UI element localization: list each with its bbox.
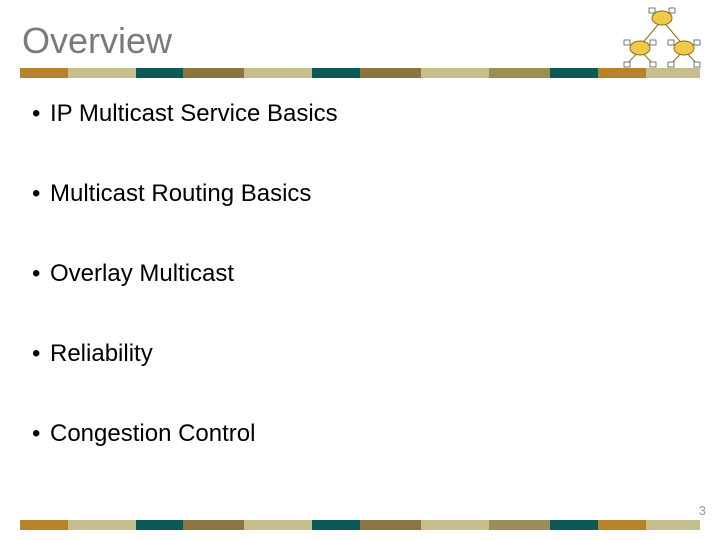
- bar-segment: [646, 520, 700, 530]
- bar-segment: [312, 68, 360, 78]
- bullet-dot-icon: •: [32, 180, 50, 208]
- bar-segment: [183, 68, 244, 78]
- bar-segment: [136, 68, 184, 78]
- slide: Overview: [0, 0, 720, 540]
- bullet-dot-icon: •: [32, 260, 50, 288]
- bullet-text: Multicast Routing Basics: [50, 180, 311, 208]
- bar-segment: [20, 520, 68, 530]
- bar-segment: [360, 68, 421, 78]
- bar-segment: [68, 520, 136, 530]
- bar-segment: [550, 520, 598, 530]
- bar-segment: [646, 68, 700, 78]
- bar-segment: [244, 520, 312, 530]
- bar-segment: [312, 520, 360, 530]
- bar-segment: [421, 68, 489, 78]
- bullet-dot-icon: •: [32, 340, 50, 368]
- bar-segment: [489, 68, 550, 78]
- bullet-text: Congestion Control: [50, 420, 255, 448]
- list-item: •Overlay Multicast: [32, 260, 688, 288]
- list-item: •Reliability: [32, 340, 688, 368]
- bar-segment: [68, 68, 136, 78]
- network-tree-icon: [622, 6, 702, 70]
- bar-segment: [598, 520, 646, 530]
- bullet-dot-icon: •: [32, 100, 50, 128]
- bar-segment: [136, 520, 184, 530]
- accent-bar-top: [20, 68, 700, 78]
- bar-segment: [244, 68, 312, 78]
- page-number: 3: [699, 503, 706, 518]
- list-item: •Congestion Control: [32, 420, 688, 448]
- list-item: •Multicast Routing Basics: [32, 180, 688, 208]
- bar-segment: [421, 520, 489, 530]
- bar-segment: [550, 68, 598, 78]
- bullet-text: Reliability: [50, 340, 153, 368]
- bullet-text: IP Multicast Service Basics: [50, 100, 338, 128]
- bar-segment: [360, 520, 421, 530]
- slide-title: Overview: [22, 20, 172, 62]
- bullet-text: Overlay Multicast: [50, 260, 234, 288]
- bullet-list: •IP Multicast Service Basics •Multicast …: [32, 100, 688, 500]
- bar-segment: [20, 68, 68, 78]
- bullet-dot-icon: •: [32, 420, 50, 448]
- bar-segment: [598, 68, 646, 78]
- accent-bar-bottom: [20, 520, 700, 530]
- list-item: •IP Multicast Service Basics: [32, 100, 688, 128]
- bar-segment: [183, 520, 244, 530]
- bar-segment: [489, 520, 550, 530]
